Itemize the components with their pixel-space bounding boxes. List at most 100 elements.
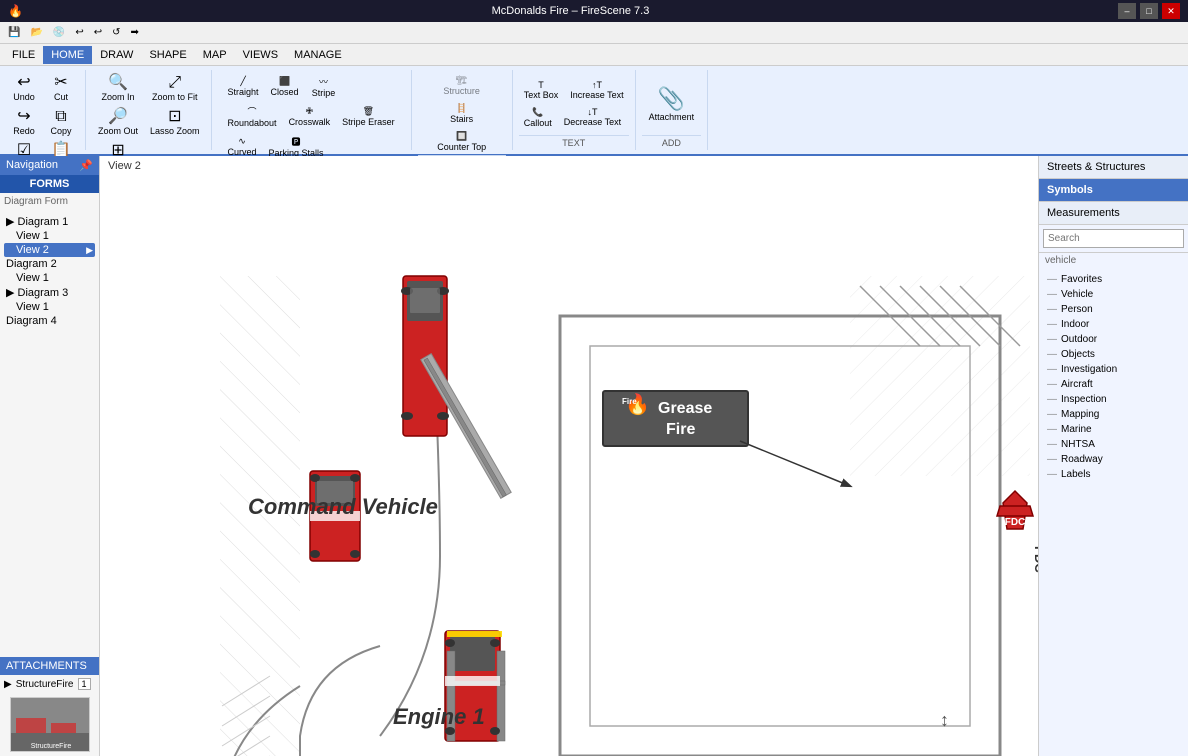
attachment-file-label: StructureFire — [16, 679, 74, 690]
qa-undo2[interactable]: ↩ — [90, 25, 106, 40]
nav-pin-icon: 📌 — [79, 159, 93, 172]
attachments-header: ATTACHMENTS — [0, 657, 99, 675]
qa-save[interactable]: 💾 — [4, 25, 24, 40]
add-label: ADD — [642, 135, 702, 148]
quick-access-toolbar: 💾 📂 💿 ↩ ↩ ↺ ➡ — [0, 22, 1188, 44]
tree-view2[interactable]: View 2 ▶ — [4, 243, 95, 257]
zoom-in-button[interactable]: 🔍Zoom In — [92, 72, 144, 105]
structure-button[interactable]: 🏗Structure — [432, 72, 491, 99]
navigation-label: Navigation — [6, 159, 58, 172]
title-bar: 🔥 McDonalds Fire – FireScene 7.3 – □ ✕ — [0, 0, 1188, 22]
tree-diagram3[interactable]: ▶ Diagram 3 — [4, 285, 95, 300]
tree-view1c[interactable]: View 1 — [4, 300, 95, 314]
lasso-zoom-button[interactable]: ⊡Lasso Zoom — [145, 106, 205, 139]
menu-home[interactable]: HOME — [43, 46, 92, 64]
qa-forward[interactable]: ➡ — [127, 25, 143, 40]
attachments-label: ATTACHMENTS — [6, 660, 87, 672]
tree-view1b[interactable]: View 1 — [4, 271, 95, 285]
main-layout: Navigation 📌 FORMS Diagram Form ▶ Diagra… — [0, 156, 1188, 756]
roundabout-button[interactable]: ⌒Roundabout — [223, 102, 282, 131]
maximize-button[interactable]: □ — [1140, 3, 1158, 19]
svg-text:Grease: Grease — [658, 400, 712, 417]
menu-views[interactable]: VIEWS — [235, 46, 286, 64]
symbol-person[interactable]: — Person — [1043, 302, 1184, 317]
svg-text:FDC: FDC — [1005, 517, 1026, 528]
closed-button[interactable]: ⬛Closed — [266, 72, 304, 101]
canvas-area[interactable]: View 2 — [100, 156, 1038, 756]
minimize-button[interactable]: – — [1118, 3, 1136, 19]
menu-file[interactable]: FILE — [4, 46, 43, 64]
right-panel: Streets & Structures Symbols Measurement… — [1038, 156, 1188, 756]
navigation-header: Navigation 📌 — [0, 156, 99, 175]
tree-diagram2[interactable]: Diagram 2 — [4, 257, 95, 271]
forms-button[interactable]: FORMS — [0, 175, 99, 193]
menu-map[interactable]: MAP — [195, 46, 235, 64]
symbol-objects[interactable]: — Objects — [1043, 347, 1184, 362]
stairs-button[interactable]: 🪜Stairs — [432, 100, 491, 127]
ribbon-group-structure: 🏗Structure 🪜Stairs 🔲Counter Top STRUCTUR… — [412, 70, 513, 150]
tab-streets-structures[interactable]: Streets & Structures — [1039, 156, 1188, 179]
attachment-thumbnail[interactable]: StructureFire — [10, 697, 90, 752]
zoom-out-button[interactable]: 🔎Zoom Out — [92, 106, 144, 139]
symbol-aircraft[interactable]: — Aircraft — [1043, 377, 1184, 392]
tab-symbols[interactable]: Symbols — [1039, 179, 1188, 202]
diagram-form-label: Diagram Form — [0, 193, 99, 210]
symbol-outdoor[interactable]: — Outdoor — [1043, 332, 1184, 347]
text-label: TEXT — [519, 135, 629, 148]
text-buttons: TText Box ↑TIncrease Text 📞Callout ↓TDec… — [519, 72, 629, 135]
attachment-item[interactable]: ▶ StructureFire 1 — [0, 675, 99, 693]
decrease-text-button[interactable]: ↓TDecrease Text — [559, 104, 626, 131]
symbol-roadway[interactable]: — Roadway — [1043, 452, 1184, 467]
symbol-investigation[interactable]: — Investigation — [1043, 362, 1184, 377]
tree-view1[interactable]: View 1 — [4, 229, 95, 243]
ribbon-group-text: TText Box ↑TIncrease Text 📞Callout ↓TDec… — [513, 70, 636, 150]
crosswalk-button[interactable]: ✙Crosswalk — [284, 102, 336, 131]
cut-button[interactable]: ✂Cut — [43, 72, 79, 105]
ribbon-group-add: 📎 Attachment ADD — [636, 70, 709, 150]
redo-button[interactable]: ↪Redo — [6, 106, 42, 139]
symbol-marine[interactable]: — Marine — [1043, 422, 1184, 437]
undo-button[interactable]: ↩Undo — [6, 72, 42, 105]
menu-draw[interactable]: DRAW — [92, 46, 141, 64]
diagram-canvas[interactable]: FDC FDC — [100, 156, 1038, 756]
svg-text:Command Vehicle: Command Vehicle — [248, 494, 438, 519]
attachment-expand-icon: ▶ — [4, 679, 12, 690]
tree-diagram4[interactable]: Diagram 4 — [4, 314, 95, 328]
copy-button[interactable]: ⧉Copy — [43, 106, 79, 139]
symbol-indoor[interactable]: — Indoor — [1043, 317, 1184, 332]
symbol-vehicle[interactable]: — Vehicle — [1043, 287, 1184, 302]
symbol-favorites[interactable]: — Favorites — [1043, 272, 1184, 287]
menu-shape[interactable]: SHAPE — [141, 46, 194, 64]
straight-button[interactable]: ╱Straight — [223, 72, 264, 101]
symbol-nhtsa[interactable]: — NHTSA — [1043, 437, 1184, 452]
menu-manage[interactable]: MANAGE — [286, 46, 350, 64]
stripe-eraser-button[interactable]: 🗑Stripe Eraser — [337, 102, 400, 131]
symbol-inspection[interactable]: — Inspection — [1043, 392, 1184, 407]
view-label: View 2 — [108, 160, 141, 172]
zoom-to-fit-button[interactable]: ⤢Zoom to Fit — [145, 72, 205, 105]
svg-text:↕: ↕ — [940, 710, 949, 730]
symbol-tree: — Favorites — Vehicle — Person — Indoor … — [1039, 268, 1188, 756]
counter-top-button[interactable]: 🔲Counter Top — [432, 128, 491, 155]
symbol-labels[interactable]: — Labels — [1043, 467, 1184, 482]
structure-buttons: 🏗Structure 🪜Stairs 🔲Counter Top — [432, 72, 491, 155]
qa-undo1[interactable]: ↩ — [71, 25, 87, 40]
close-button[interactable]: ✕ — [1162, 3, 1180, 19]
attachment-button[interactable]: 📎 Attachment — [642, 72, 702, 135]
increase-text-button[interactable]: ↑TIncrease Text — [565, 77, 628, 103]
qa-disk[interactable]: 💿 — [49, 25, 69, 40]
qa-redo[interactable]: ↺ — [108, 25, 124, 40]
qa-open[interactable]: 📂 — [26, 25, 46, 40]
svg-text:Engine 1: Engine 1 — [393, 704, 485, 729]
stripe-button[interactable]: 〰Stripe — [306, 72, 342, 101]
ribbon-group-street: ╱Straight ⬛Closed 〰Stripe ⌒Roundabout ✙C… — [212, 70, 412, 150]
search-input[interactable] — [1043, 229, 1184, 248]
attachment-badge: 1 — [78, 678, 91, 690]
symbol-mapping[interactable]: — Mapping — [1043, 407, 1184, 422]
callout-button[interactable]: 📞Callout — [519, 104, 557, 131]
text-box-button[interactable]: TText Box — [519, 77, 564, 103]
tab-measurements[interactable]: Measurements — [1039, 202, 1188, 225]
svg-text:StructureFire: StructureFire — [30, 743, 71, 750]
street-buttons: ╱Straight ⬛Closed 〰Stripe ⌒Roundabout ✙C… — [223, 72, 400, 161]
tree-diagram1[interactable]: ▶ Diagram 1 — [4, 214, 95, 229]
